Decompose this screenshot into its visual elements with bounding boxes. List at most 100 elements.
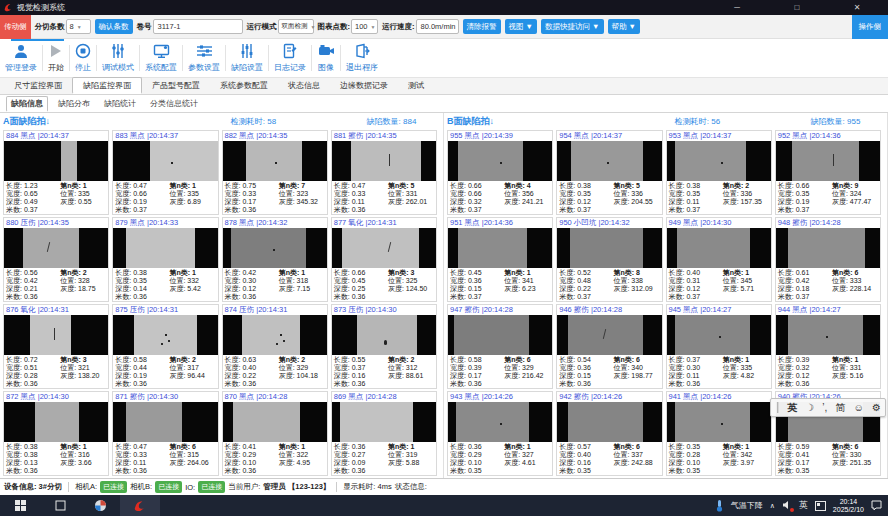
data-quick-access-button[interactable]: 数据快捷访问 ▼	[541, 19, 604, 34]
tab-status-info[interactable]: 状态信息	[278, 77, 330, 94]
operator-side-button[interactable]: 操作侧	[852, 15, 888, 39]
defect-cell[interactable]: 945 黑点 |20:14:27 长度: 0.37 宽度: 0.30 深度: 0…	[666, 304, 772, 389]
tab-size-monitor[interactable]: 尺寸监控界面	[4, 77, 72, 94]
defect-cell[interactable]: 948 擦伤 |20:14:28 长度: 0.61 宽度: 0.42 深度: 0…	[775, 217, 881, 302]
close-button[interactable]: ✕	[842, 0, 872, 15]
clear-alarm-button[interactable]: 清除报警	[463, 19, 501, 34]
defect-cell[interactable]: 943 黑点 |20:14:26 长度: 0.36 宽度: 0.29 深度: 0…	[447, 391, 553, 476]
defect-image	[448, 315, 552, 355]
ime-lang-button[interactable]: 英	[787, 401, 797, 415]
defect-info: 长度: 0.58 宽度: 0.39 深度: 0.17 米数: 0.36 第n类:…	[448, 355, 552, 388]
defect-cell[interactable]: 877 氧化 |20:14:31 长度: 0.66 宽度: 0.45 深度: 0…	[331, 217, 437, 302]
strip-count-select[interactable]: 8▼	[66, 19, 91, 34]
admin-login-button[interactable]: 管理登录	[0, 39, 42, 77]
roll-input[interactable]: 3117-1	[153, 19, 243, 34]
stop-button[interactable]: 停止	[70, 39, 96, 77]
task-view-button[interactable]	[40, 495, 80, 516]
volume-icon[interactable]	[782, 500, 792, 512]
defect-cell[interactable]: 947 擦伤 |20:14:28 长度: 0.58 宽度: 0.39 深度: 0…	[447, 304, 553, 389]
subtab-defect-info[interactable]: 缺陷信息	[6, 96, 48, 112]
ime-drag-handle[interactable]	[777, 402, 779, 413]
defect-cell[interactable]: 950 小凹坑 |20:14:32 长度: 0.52 宽度: 0.48 深度: …	[556, 217, 662, 302]
defect-cell-header: 941 黑点 |20:14:26	[667, 392, 771, 402]
defect-cell[interactable]: 942 擦伤 |20:14:26 长度: 0.57 宽度: 0.40 深度: 0…	[556, 391, 662, 476]
defect-cell[interactable]: 884 黑点 |20:14:37 长度: 1.23 宽度: 0.65 深度: 0…	[3, 130, 109, 215]
drive-side-button[interactable]: 传动侧	[0, 15, 31, 39]
defect-cell[interactable]: 951 黑点 |20:14:36 长度: 0.45 宽度: 0.36 深度: 0…	[447, 217, 553, 302]
tab-defect-monitor[interactable]: 缺陷监控界面	[72, 77, 142, 94]
defect-image	[4, 402, 108, 442]
defect-info: 长度: 0.61 宽度: 0.42 深度: 0.18 米数: 0.37 第n类:…	[776, 268, 880, 301]
start-button[interactable]: 开始	[43, 39, 69, 77]
ime-fullhalf-button[interactable]: ☽	[805, 402, 814, 413]
defect-image	[4, 141, 108, 181]
defect-cell[interactable]: 883 黑点 |20:14:37 长度: 0.47 宽度: 0.66 深度: 0…	[112, 130, 218, 215]
view-menu-button[interactable]: 视图 ▼	[505, 19, 538, 34]
defect-cell[interactable]: 871 擦伤 |20:14:30 长度: 0.47 宽度: 0.33 深度: 0…	[112, 391, 218, 476]
tab-edge-data-record[interactable]: 边缘数据记录	[330, 77, 398, 94]
param-settings-button[interactable]: 参数设置	[183, 39, 225, 77]
ime-emoji-button[interactable]: ☺	[854, 402, 864, 413]
help-menu-button[interactable]: 帮助 ▼	[608, 19, 641, 34]
subtab-class-info-statistics[interactable]: 分类信息统计	[146, 96, 202, 112]
subtab-defect-distribution[interactable]: 缺陷分布	[54, 96, 94, 112]
defect-cell[interactable]: 875 压伤 |20:14:31 长度: 0.58 宽度: 0.44 深度: 0…	[112, 304, 218, 389]
taskbar-app-browser[interactable]	[80, 495, 120, 516]
tab-product-model-config[interactable]: 产品型号配置	[142, 77, 210, 94]
minimize-button[interactable]: ─	[722, 0, 752, 15]
defect-cell[interactable]: 944 黑点 |20:14:27 长度: 0.39 宽度: 0.32 深度: 0…	[775, 304, 881, 389]
debug-mode-button[interactable]: 调试模式	[97, 39, 139, 77]
defect-cell[interactable]: 949 黑点 |20:14:30 长度: 0.40 宽度: 0.31 深度: 0…	[666, 217, 772, 302]
defect-cell[interactable]: 881 擦伤 |20:14:35 长度: 0.47 宽度: 0.33 深度: 0…	[331, 130, 437, 215]
defect-cell-header: 869 黑点 |20:14:28	[332, 392, 436, 402]
chevron-down-icon: ▼	[371, 24, 376, 30]
tray-expand-chevron[interactable]: ∧	[770, 502, 775, 510]
image-button[interactable]: 图像	[312, 39, 340, 77]
defect-cell[interactable]: 952 黑点 |20:14:36 长度: 0.66 宽度: 0.35 深度: 0…	[775, 130, 881, 215]
defect-cell[interactable]: 946 擦伤 |20:14:28 长度: 0.54 宽度: 0.36 深度: 0…	[556, 304, 662, 389]
user-icon	[13, 42, 29, 60]
maximize-button[interactable]: □	[782, 0, 812, 15]
defect-cell[interactable]: 873 压伤 |20:14:30 长度: 0.55 宽度: 0.37 深度: 0…	[331, 304, 437, 389]
weather-text[interactable]: 气温下降	[731, 500, 763, 511]
defect-settings-button[interactable]: 缺陷设置	[226, 39, 268, 77]
ime-icon[interactable]	[815, 501, 826, 511]
exit-program-button[interactable]: 退出程序	[341, 39, 383, 77]
confirm-strips-button[interactable]: 确认条数	[95, 19, 133, 34]
start-button[interactable]	[0, 495, 40, 516]
defect-cell[interactable]: 874 压伤 |20:14:31 长度: 0.63 宽度: 0.40 深度: 0…	[222, 304, 328, 389]
ime-punct-button[interactable]: ’,	[822, 402, 827, 413]
tab-test[interactable]: 测试	[398, 77, 434, 94]
defect-cell[interactable]: 870 黑点 |20:14:28 长度: 0.41 宽度: 0.29 深度: 0…	[222, 391, 328, 476]
chart-points-select[interactable]: 100▼	[351, 19, 378, 34]
defect-cell[interactable]: 872 黑点 |20:14:30 长度: 0.38 宽度: 0.38 深度: 0…	[3, 391, 109, 476]
defect-cell[interactable]: 953 黑点 |20:14:37 长度: 0.38 宽度: 0.35 深度: 0…	[666, 130, 772, 215]
ime-settings-button[interactable]: ⚙	[872, 402, 881, 413]
defect-cell[interactable]: 869 黑点 |20:14:28 长度: 0.36 宽度: 0.27 深度: 0…	[331, 391, 437, 476]
subtab-defect-statistics[interactable]: 缺陷统计	[100, 96, 140, 112]
panel-b-grid: 955 黑点 |20:14:39 长度: 0.66 宽度: 0.66 深度: 0…	[447, 130, 885, 477]
defect-cell[interactable]: 882 黑点 |20:14:35 长度: 0.75 宽度: 0.33 深度: 0…	[222, 130, 328, 215]
defect-cell[interactable]: 878 黑点 |20:14:32 长度: 0.42 宽度: 0.30 深度: 0…	[222, 217, 328, 302]
defect-mark	[603, 329, 606, 339]
defect-info: 长度: 0.47 宽度: 0.66 深度: 0.19 米数: 0.37 第n类:…	[113, 181, 217, 214]
run-mode-select[interactable]: 双面检测▼	[278, 19, 314, 34]
defect-cell[interactable]: 954 黑点 |20:14:37 长度: 0.38 宽度: 0.35 深度: 0…	[556, 130, 662, 215]
defect-cell-header: 875 压伤 |20:14:31	[113, 305, 217, 315]
ime-simplified-button[interactable]: 简	[835, 401, 845, 415]
taskbar-clock[interactable]: 20:142025/2/10	[833, 498, 864, 514]
system-config-button[interactable]: 系统配置	[140, 39, 182, 77]
defect-cell[interactable]: 876 氧化 |20:14:31 长度: 0.72 宽度: 0.51 深度: 0…	[3, 304, 109, 389]
defect-cell[interactable]: 879 黑点 |20:14:33 长度: 0.38 宽度: 0.35 深度: 0…	[112, 217, 218, 302]
defect-cell[interactable]: 955 黑点 |20:14:39 长度: 0.66 宽度: 0.66 深度: 0…	[447, 130, 553, 215]
ime-toolbar[interactable]: 英 ☽ ’, 简 ☺ ⚙	[770, 398, 886, 417]
defect-cell[interactable]: 941 黑点 |20:14:26 长度: 0.35 宽度: 0.28 深度: 0…	[666, 391, 772, 476]
log-record-button[interactable]: 日志记录	[269, 39, 311, 77]
app-logo-icon	[4, 3, 13, 12]
tab-system-param-config[interactable]: 系统参数配置	[210, 77, 278, 94]
taskbar-app-inspection[interactable]	[120, 495, 160, 516]
action-center-icon[interactable]	[871, 500, 882, 511]
defect-info: 长度: 0.36 宽度: 0.29 深度: 0.10 米数: 0.35 第n类:…	[448, 442, 552, 475]
language-indicator[interactable]: 英	[799, 499, 808, 512]
defect-cell[interactable]: 880 压伤 |20:14:35 长度: 0.56 宽度: 0.42 深度: 0…	[3, 217, 109, 302]
